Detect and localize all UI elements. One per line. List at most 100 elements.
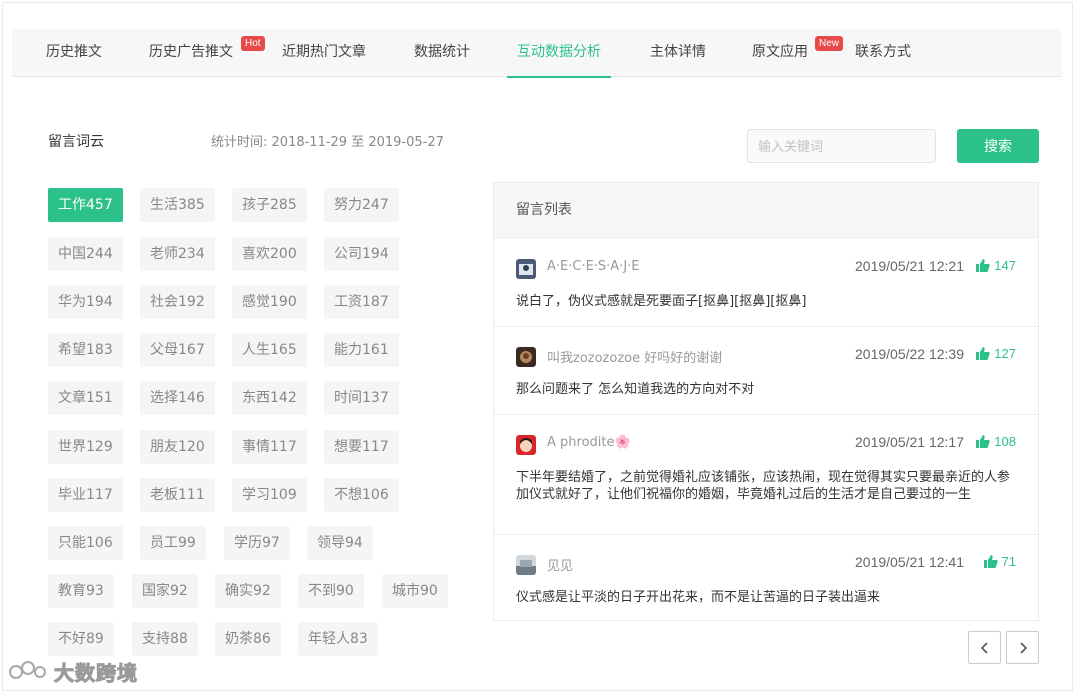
word-tag[interactable]: 努力247 <box>324 188 399 222</box>
tab-label: 历史广告推文 <box>149 44 233 60</box>
word-tag[interactable]: 员工99 <box>140 526 206 560</box>
word-tag[interactable]: 中国244 <box>48 237 123 271</box>
word-tag[interactable]: 朋友120 <box>140 430 215 464</box>
like-count[interactable]: 127 <box>976 346 1016 361</box>
word-tag[interactable]: 城市90 <box>382 574 448 608</box>
like-count[interactable]: 108 <box>976 434 1016 449</box>
tab-contact[interactable]: 联系方式 <box>855 29 911 77</box>
word-tag[interactable]: 领导94 <box>307 526 373 560</box>
word-tag[interactable]: 华为194 <box>48 285 123 319</box>
comment-time: 2019/05/21 12:17 <box>855 434 964 450</box>
like-count[interactable]: 71 <box>983 554 1016 569</box>
word-tag[interactable]: 老板111 <box>140 478 215 512</box>
word-tag[interactable]: 不到90 <box>298 574 364 608</box>
comment-item: A phrodite🌸 2019/05/21 12:17 108 下半年要结婚了… <box>494 415 1038 535</box>
word-tag[interactable]: 选择146 <box>140 381 215 415</box>
word-tag[interactable]: 感觉190 <box>232 285 307 319</box>
chevron-left-icon <box>980 641 988 654</box>
prev-page-button[interactable] <box>968 631 1001 664</box>
tab-entity-details[interactable]: 主体详情 <box>650 29 706 77</box>
word-tag[interactable]: 人生165 <box>232 333 307 367</box>
tab-label: 近期热门文章 <box>282 44 366 60</box>
tab-interaction-analysis[interactable]: 互动数据分析 <box>507 29 611 78</box>
user-avatar-icon[interactable] <box>516 347 536 367</box>
like-count-value: 147 <box>994 258 1016 273</box>
comment-list: 留言列表 A·E·C·E·S·A·J·E 2019/05/21 12:21 14… <box>493 182 1039 621</box>
tab-label: 原文应用 <box>752 44 808 60</box>
word-tag[interactable]: 社会192 <box>140 285 215 319</box>
tab-history-ad-posts[interactable]: 历史广告推文 <box>149 29 233 77</box>
word-tag[interactable]: 工作457 <box>48 188 123 222</box>
comment-text: 下半年要结婚了，之前觉得婚礼应该铺张，应该热闹，现在觉得其实只要最亲近的人参加仪… <box>516 470 1011 502</box>
word-tag[interactable]: 老师234 <box>140 237 215 271</box>
word-tag[interactable]: 工资187 <box>324 285 399 319</box>
thumbs-up-icon <box>983 555 998 568</box>
word-tag[interactable]: 学历97 <box>224 526 290 560</box>
tab-original-apps[interactable]: 原文应用 <box>752 29 808 77</box>
word-tag[interactable]: 不想106 <box>324 478 399 512</box>
thumbs-up-icon <box>976 435 990 448</box>
tab-label: 互动数据分析 <box>517 44 601 60</box>
thumbs-up-icon <box>976 347 990 360</box>
comment-item: 叫我zozozozoe 好吗好的谢谢 2019/05/22 12:39 127 … <box>494 327 1038 415</box>
comment-username[interactable]: 叫我zozozozoe 好吗好的谢谢 <box>547 347 722 366</box>
word-tag[interactable]: 公司194 <box>324 237 399 271</box>
word-tag[interactable]: 父母167 <box>140 333 215 367</box>
tab-label: 联系方式 <box>855 44 911 60</box>
new-badge: New <box>815 36 844 51</box>
watermark-logo-icon <box>9 661 46 679</box>
word-tag[interactable]: 时间137 <box>324 381 399 415</box>
word-tag[interactable]: 只能106 <box>48 526 123 560</box>
tab-label: 主体详情 <box>650 44 706 60</box>
next-page-button[interactable] <box>1006 631 1039 664</box>
word-tag[interactable]: 确实92 <box>215 574 281 608</box>
word-tag[interactable]: 想要117 <box>324 430 399 464</box>
tab-data-statistics[interactable]: 数据统计 <box>414 29 470 77</box>
stat-time-range: 2018-11-29 至 2019-05-27 <box>271 135 444 150</box>
comment-text: 说白了，伪仪式感就是死要面子[抠鼻][抠鼻][抠鼻] <box>516 294 807 309</box>
tab-bar: 历史推文 历史广告推文 Hot 近期热门文章 数据统计 互动数据分析 主体详情 … <box>12 29 1062 78</box>
word-tag[interactable]: 东西142 <box>232 381 307 415</box>
word-tag[interactable]: 支持88 <box>132 622 198 656</box>
word-tag[interactable]: 世界129 <box>48 430 123 464</box>
user-avatar-icon[interactable] <box>516 259 536 279</box>
word-tag[interactable]: 毕业117 <box>48 478 123 512</box>
stat-time: 统计时间: 2018-11-29 至 2019-05-27 <box>211 131 444 150</box>
comment-item: 见见 2019/05/21 12:41 71 仪式感是让平淡的日子开出花来，而不… <box>494 535 1038 621</box>
comment-time: 2019/05/21 12:21 <box>855 258 964 274</box>
word-tag[interactable]: 事情117 <box>232 430 307 464</box>
search-input[interactable] <box>747 129 936 163</box>
like-count-value: 108 <box>994 434 1016 449</box>
user-avatar-icon[interactable] <box>516 555 536 575</box>
word-tag[interactable]: 学习109 <box>232 478 307 512</box>
word-tag[interactable]: 文章151 <box>48 381 123 415</box>
comment-username[interactable]: A·E·C·E·S·A·J·E <box>547 259 640 274</box>
like-count-value: 71 <box>1001 554 1016 569</box>
word-tag[interactable]: 奶茶86 <box>215 622 281 656</box>
tab-history-posts[interactable]: 历史推文 <box>46 29 102 77</box>
comment-username[interactable]: 见见 <box>547 555 573 574</box>
word-tag[interactable]: 国家92 <box>132 574 198 608</box>
word-tag[interactable]: 喜欢200 <box>232 237 307 271</box>
word-tag[interactable]: 生活385 <box>140 188 215 222</box>
like-count[interactable]: 147 <box>976 258 1016 273</box>
word-tag[interactable]: 能力161 <box>324 333 399 367</box>
wordcloud-title: 留言词云 <box>48 134 104 150</box>
hot-badge: Hot <box>241 36 265 51</box>
word-tag[interactable]: 希望183 <box>48 333 123 367</box>
word-tag[interactable]: 孩子285 <box>232 188 307 222</box>
word-tag[interactable]: 教育93 <box>48 574 114 608</box>
search-button[interactable]: 搜索 <box>957 129 1039 163</box>
tab-recent-hot-articles[interactable]: 近期热门文章 <box>282 29 366 77</box>
user-avatar-icon[interactable] <box>516 435 536 455</box>
watermark: 大数跨境 <box>8 656 138 686</box>
comment-text: 那么问题来了 怎么知道我选的方向对不对 <box>516 382 755 397</box>
chevron-right-icon <box>1019 641 1027 654</box>
comment-time: 2019/05/22 12:39 <box>855 346 964 362</box>
comment-text: 仪式感是让平淡的日子开出花来，而不是让苦逼的日子装出逼来 <box>516 590 881 605</box>
comment-list-title: 留言列表 <box>494 183 1038 238</box>
word-tag[interactable]: 年轻人83 <box>298 622 378 656</box>
comment-time: 2019/05/21 12:41 <box>855 554 964 570</box>
comment-username[interactable]: A phrodite🌸 <box>547 435 631 450</box>
word-tag[interactable]: 不好89 <box>48 622 114 656</box>
